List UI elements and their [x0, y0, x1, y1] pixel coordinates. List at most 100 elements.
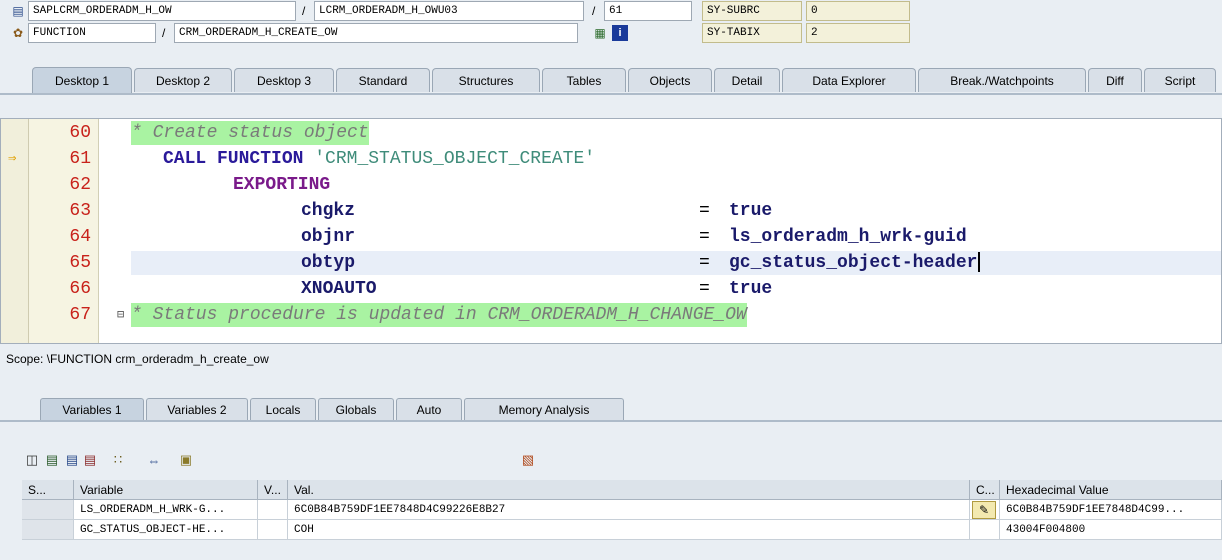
tab-desktop-1[interactable]: Desktop 1 [32, 67, 132, 93]
keyword: CALL FUNCTION [163, 149, 315, 169]
variable-cell[interactable]: GC_STATUS_OBJECT-HE... [74, 520, 258, 540]
object-icon[interactable]: ▦ [592, 25, 608, 41]
tab-variables-1[interactable]: Variables 1 [40, 398, 144, 420]
function-name-field[interactable]: CRM_ORDERADM_H_CREATE_OW [174, 23, 578, 43]
column-header[interactable]: Variable [74, 480, 258, 500]
code-line-highlighted: 65 obtyp = gc_status_object-header [29, 251, 1221, 275]
function-row: ✿ FUNCTION / CRM_ORDERADM_H_CREATE_OW ▦ … [0, 22, 1222, 44]
value-cell[interactable]: COH [288, 520, 970, 540]
tab-auto[interactable]: Auto [396, 398, 462, 420]
view-cell[interactable] [258, 520, 288, 540]
folder-icon[interactable]: ▣ [178, 452, 194, 468]
comment: * Status procedure is updated in CRM_ORD… [131, 303, 747, 327]
delete-icon[interactable]: ◫ [24, 452, 40, 468]
tab-diff[interactable]: Diff [1088, 68, 1142, 92]
tab-data-explorer[interactable]: Data Explorer [782, 68, 916, 92]
column-header[interactable]: V... [258, 480, 288, 500]
transfer-icon[interactable]: ⇔ [146, 452, 162, 468]
variables-icon[interactable]: ▤ [44, 452, 60, 468]
equals: = [699, 279, 710, 299]
program-row: ▤ SAPLCRM_ORDERADM_H_OW / LCRM_ORDERADM_… [0, 0, 1222, 22]
hierarchy-icon[interactable]: ∷ [110, 452, 126, 468]
argument: gc_status_object-header [729, 253, 978, 273]
parameter: chgkz [301, 201, 356, 221]
line-number: 62 [69, 175, 91, 195]
line-field[interactable]: 61 [604, 1, 692, 21]
line-number: 60 [69, 123, 91, 143]
line-number: 66 [69, 279, 91, 299]
code-line-current: ⇒ 61 CALL FUNCTION 'CRM_STATUS_OBJECT_CR… [1, 147, 1221, 171]
function-icon: ✿ [12, 26, 24, 40]
tab-globals[interactable]: Globals [318, 398, 394, 420]
variables-icon[interactable]: ▤ [64, 452, 80, 468]
view-cell[interactable] [258, 500, 288, 520]
variable-cell[interactable]: LS_ORDERADM_H_WRK-G... [74, 500, 258, 520]
collapse-icon[interactable]: ⊟ [117, 303, 124, 327]
variables-icon[interactable]: ▤ [82, 452, 98, 468]
current-statement-arrow-icon: ⇒ [8, 151, 17, 167]
scope-label: Scope: \FUNCTION crm_orderadm_h_create_o… [6, 352, 269, 366]
program-field[interactable]: SAPLCRM_ORDERADM_H_OW [28, 1, 296, 21]
tab-detail[interactable]: Detail [714, 68, 780, 92]
tab-tables[interactable]: Tables [542, 68, 626, 92]
hex-cell[interactable]: 43004F004800 [1000, 520, 1222, 540]
status-cell[interactable] [22, 520, 74, 540]
hex-cell[interactable]: 6C0B84B759DF1EE7848D4C99... [1000, 500, 1222, 520]
sy-subrc-label: SY-SUBRC [702, 1, 802, 21]
parameter: obtyp [301, 253, 356, 273]
keyword: EXPORTING [233, 175, 331, 195]
tab-locals[interactable]: Locals [250, 398, 316, 420]
tab-memory-analysis[interactable]: Memory Analysis [464, 398, 624, 420]
comment: * Create status object [131, 121, 369, 145]
tab-script[interactable]: Script [1144, 68, 1216, 92]
argument: true [729, 279, 773, 299]
column-header[interactable]: C... [970, 480, 1000, 500]
sy-subrc-value: 0 [806, 1, 910, 21]
line-number: 65 [29, 251, 95, 275]
save-icon[interactable]: ▧ [520, 452, 536, 468]
tab-underline [0, 93, 1222, 95]
code-line: 64 objnr = ls_orderadm_h_wrk-guid [1, 225, 1221, 249]
parameter: XNOAUTO [301, 279, 377, 299]
source-editor[interactable]: 60 * Create status object ⇒ 61 CALL FUNC… [0, 118, 1222, 344]
include-field[interactable]: LCRM_ORDERADM_H_OWU03 [314, 1, 584, 21]
change-cell[interactable] [970, 520, 1000, 540]
edit-pencil-icon[interactable]: ✎ [972, 501, 996, 519]
lower-tab-underline [0, 420, 1222, 422]
tab-objects[interactable]: Objects [628, 68, 712, 92]
tab-variables-2[interactable]: Variables 2 [146, 398, 248, 420]
argument: true [729, 201, 773, 221]
separator: / [162, 26, 166, 40]
line-number: 63 [69, 201, 91, 221]
column-header[interactable]: S... [22, 480, 74, 500]
sy-tabix-value: 2 [806, 23, 910, 43]
separator: / [302, 4, 306, 18]
parameter: objnr [301, 227, 356, 247]
debugger-window: ▤ SAPLCRM_ORDERADM_H_OW / LCRM_ORDERADM_… [0, 0, 1222, 560]
code-line: 62 EXPORTING [1, 173, 1221, 197]
kind-field[interactable]: FUNCTION [28, 23, 156, 43]
column-header[interactable]: Val. [288, 480, 970, 500]
equals: = [699, 201, 710, 221]
argument: ls_orderadm_h_wrk-guid [729, 227, 967, 247]
tab-standard[interactable]: Standard [336, 68, 430, 92]
text-cursor [978, 252, 981, 273]
desktop-tabs: Desktop 1 Desktop 2 Desktop 3 Standard S… [0, 67, 1222, 94]
status-cell[interactable] [22, 500, 74, 520]
equals: = [699, 227, 710, 247]
equals: = [699, 253, 710, 273]
string-literal: 'CRM_STATUS_OBJECT_CREATE' [314, 149, 596, 169]
info-icon[interactable]: i [612, 25, 628, 41]
code-line: 67 ⊟ * Status procedure is updated in CR… [1, 303, 1221, 327]
value-cell[interactable]: 6C0B84B759DF1EE7848D4C99226E8B27 [288, 500, 970, 520]
tab-desktop-3[interactable]: Desktop 3 [234, 68, 334, 92]
code-line: 66 XNOAUTO = true [1, 277, 1221, 301]
line-number: 67 [69, 305, 91, 325]
code-line: 60 * Create status object [1, 121, 1221, 145]
separator: / [592, 4, 596, 18]
tab-structures[interactable]: Structures [432, 68, 540, 92]
program-icon: ▤ [12, 4, 24, 18]
column-header[interactable]: Hexadecimal Value [1000, 480, 1222, 500]
tab-desktop-2[interactable]: Desktop 2 [134, 68, 232, 92]
tab-breakpoints[interactable]: Break./Watchpoints [918, 68, 1086, 92]
